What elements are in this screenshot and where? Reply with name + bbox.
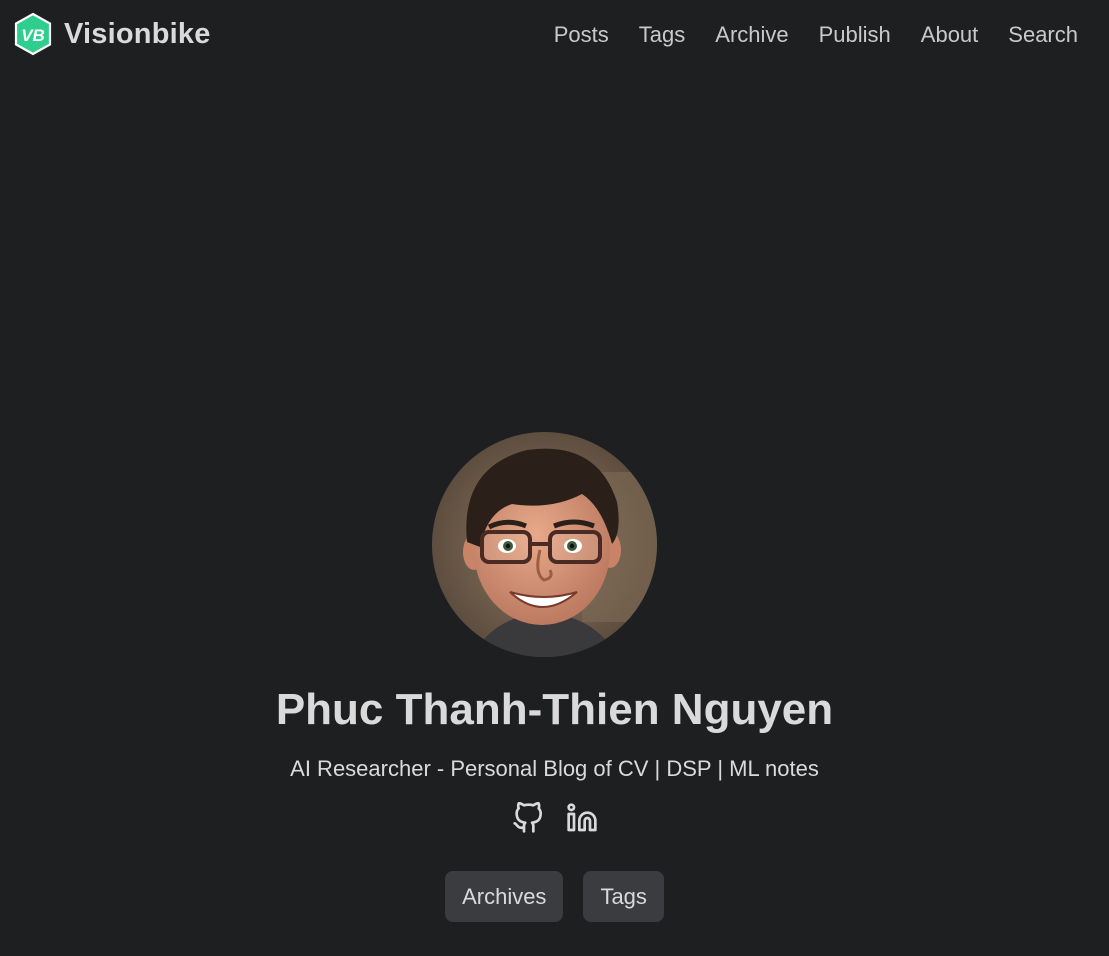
brand-name: Visionbike [64, 17, 211, 50]
site-header: VB Visionbike Posts Tags Archive Publish… [0, 0, 1109, 72]
nav-search[interactable]: Search [1008, 21, 1078, 49]
nav-posts[interactable]: Posts [554, 21, 609, 49]
avatar-image [432, 432, 657, 657]
brand-link[interactable]: VB Visionbike [13, 12, 211, 56]
archives-button[interactable]: Archives [445, 871, 564, 922]
social-links [0, 802, 1109, 834]
profile-name: Phuc Thanh-Thien Nguyen [275, 685, 834, 734]
github-icon[interactable] [512, 802, 544, 834]
linkedin-icon[interactable] [566, 802, 598, 834]
profile-subtitle: AI Researcher - Personal Blog of CV | DS… [290, 756, 819, 781]
nav-publish[interactable]: Publish [819, 21, 891, 49]
main-nav: Posts Tags Archive Publish About Search [524, 21, 1078, 49]
tags-button[interactable]: Tags [583, 871, 664, 922]
nav-about[interactable]: About [921, 21, 979, 49]
avatar [432, 432, 657, 657]
profile-buttons: Archives Tags [0, 871, 1109, 922]
nav-archive[interactable]: Archive [715, 21, 788, 49]
logo-icon: VB [14, 12, 52, 56]
nav-tags[interactable]: Tags [639, 21, 685, 49]
svg-text:VB: VB [21, 26, 45, 45]
